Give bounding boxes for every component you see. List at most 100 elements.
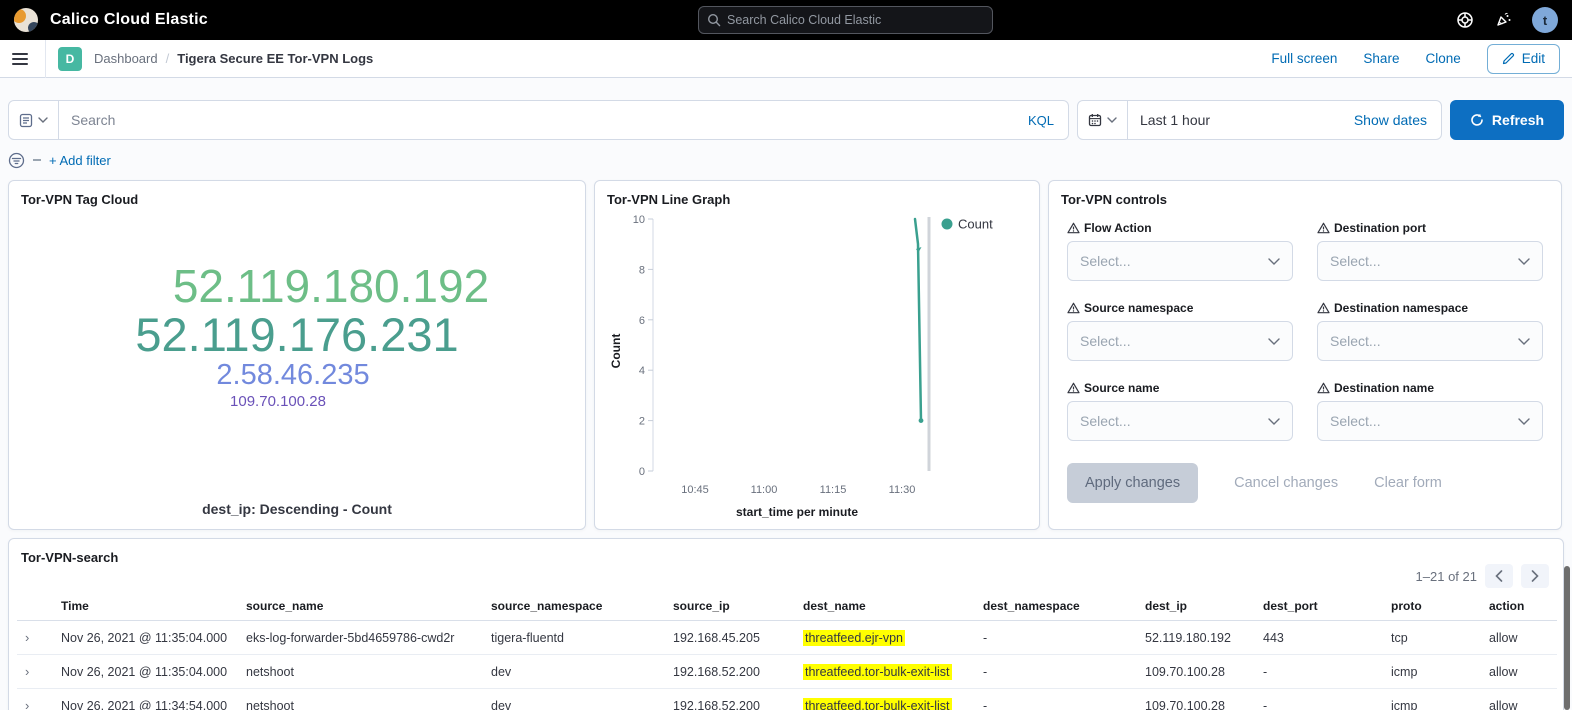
query-input-wrap: KQL [8, 100, 1069, 140]
kql-button[interactable]: KQL [1014, 113, 1068, 128]
destination-name-select[interactable]: Select... [1317, 401, 1543, 441]
warning-icon [1067, 222, 1080, 234]
page-scrollbar[interactable] [1564, 566, 1570, 710]
cell-proto: tcp [1383, 621, 1481, 655]
chevron-right-icon [1531, 570, 1539, 582]
pagination: 1–21 of 21 [1416, 564, 1549, 588]
warning-icon [1317, 382, 1330, 394]
expand-row-icon[interactable]: › [25, 698, 29, 710]
pagination-range: 1–21 of 21 [1416, 569, 1477, 584]
edit-button[interactable]: Edit [1487, 44, 1560, 74]
source-name-select[interactable]: Select... [1067, 401, 1293, 441]
breadcrumb-dashboard-link[interactable]: Dashboard [94, 51, 158, 66]
series-point[interactable] [919, 418, 924, 423]
column-header: dest_ip [1137, 592, 1255, 621]
add-filter-button[interactable]: + Add filter [49, 153, 111, 168]
chevron-left-icon [1495, 570, 1503, 582]
legend-label[interactable]: Count [958, 217, 993, 232]
table-row: › Nov 26, 2021 @ 11:35:04.000 eks-log-fo… [17, 621, 1557, 655]
y-axis-label: Count [609, 334, 623, 369]
clone-button[interactable]: Clone [1425, 51, 1460, 66]
tag-cloud-item[interactable]: 52.119.176.231 [135, 311, 458, 360]
cell-source-namespace: tigera-fluentd [483, 621, 665, 655]
expand-row-icon[interactable]: › [25, 664, 29, 679]
dashboard-badge[interactable]: D [58, 47, 82, 71]
warning-icon [1317, 222, 1330, 234]
cell-action: allow [1481, 621, 1557, 655]
y-tick: 4 [639, 365, 645, 377]
cell-source-namespace: dev [483, 689, 665, 710]
expand-row-icon[interactable]: › [25, 630, 29, 645]
refresh-button[interactable]: Refresh [1450, 100, 1564, 140]
control-destination-name: Destination name Select... [1317, 381, 1543, 441]
control-destination-port: Destination port Select... [1317, 221, 1543, 281]
next-page-button[interactable] [1521, 564, 1549, 588]
chevron-down-icon [1268, 418, 1280, 425]
destination-port-select[interactable]: Select... [1317, 241, 1543, 281]
brand[interactable]: Calico Cloud Elastic [14, 8, 208, 32]
time-range-value[interactable]: Last 1 hour [1128, 112, 1354, 128]
line-chart[interactable]: 10 8 6 4 2 0 10:45 11:00 11:15 11:30 Co [607, 211, 1031, 523]
cell-action: allow [1481, 689, 1557, 710]
prev-page-button[interactable] [1485, 564, 1513, 588]
panel-title: Tor-VPN Tag Cloud [9, 181, 585, 207]
show-dates-button[interactable]: Show dates [1354, 112, 1441, 128]
y-tick: 6 [639, 315, 645, 327]
tag-cloud-item[interactable]: 2.58.46.235 [216, 360, 369, 390]
page-title: Tigera Secure EE Tor-VPN Logs [177, 51, 373, 66]
panel-title: Tor-VPN-search [21, 550, 118, 565]
share-button[interactable]: Share [1363, 51, 1399, 66]
tag-cloud-item[interactable]: 52.119.180.192 [173, 263, 489, 311]
panel-title: Tor-VPN Line Graph [595, 181, 1039, 207]
y-tick: 10 [633, 214, 645, 226]
apply-changes-button[interactable]: Apply changes [1067, 463, 1198, 503]
tag-cloud: 52.119.180.192 52.119.176.231 2.58.46.23… [9, 263, 585, 409]
calendar-menu[interactable] [1078, 101, 1128, 139]
cell-source-namespace: dev [483, 655, 665, 689]
help-icon[interactable] [1456, 11, 1474, 29]
app-title: Calico Cloud Elastic [50, 11, 208, 29]
x-tick: 11:00 [751, 484, 778, 496]
tag-cloud-item[interactable]: 109.70.100.28 [230, 394, 326, 410]
cell-proto: icmp [1383, 689, 1481, 710]
user-avatar[interactable]: t [1532, 7, 1558, 33]
control-source-namespace: Source namespace Select... [1067, 301, 1293, 361]
panel-title: Tor-VPN controls [1049, 181, 1561, 207]
saved-query-menu[interactable] [9, 101, 59, 139]
y-tick: 2 [639, 416, 645, 428]
column-header: source_name [238, 592, 483, 621]
cell-dest-port: - [1255, 655, 1383, 689]
query-search-input[interactable] [59, 112, 1014, 128]
dash-icon [33, 159, 41, 161]
global-header: Calico Cloud Elastic t [0, 0, 1572, 40]
flow-action-select[interactable]: Select... [1067, 241, 1293, 281]
cell-dest-namespace: - [975, 655, 1137, 689]
clear-form-button[interactable]: Clear form [1374, 475, 1442, 491]
column-header: Time [53, 592, 238, 621]
warning-icon [1317, 302, 1330, 314]
cell-action: allow [1481, 655, 1557, 689]
destination-namespace-select[interactable]: Select... [1317, 321, 1543, 361]
warning-icon [1067, 382, 1080, 394]
control-destination-namespace: Destination namespace Select... [1317, 301, 1543, 361]
control-flow-action: Flow Action Select... [1067, 221, 1293, 281]
x-tick: 10:45 [681, 484, 709, 496]
cell-dest-name: threatfeed.ejr-vpn [795, 621, 975, 655]
global-search[interactable] [698, 6, 993, 34]
full-screen-button[interactable]: Full screen [1271, 51, 1337, 66]
source-namespace-select[interactable]: Select... [1067, 321, 1293, 361]
column-header: source_ip [665, 592, 795, 621]
x-tick: 11:30 [889, 484, 916, 496]
cancel-changes-button[interactable]: Cancel changes [1234, 475, 1338, 491]
chevron-down-icon [1107, 117, 1117, 123]
newsfeed-icon[interactable] [1494, 11, 1512, 29]
highlighted-value: threatfeed.ejr-vpn [803, 630, 905, 646]
x-tick: 11:15 [820, 484, 847, 496]
menu-icon[interactable] [12, 40, 46, 78]
filter-icon[interactable] [8, 152, 25, 169]
chevron-down-icon [1268, 338, 1280, 345]
global-search-input[interactable] [727, 13, 984, 27]
cell-dest-name: threatfeed.tor-bulk-exit-list [795, 689, 975, 710]
column-header: proto [1383, 592, 1481, 621]
column-header: action [1481, 592, 1557, 621]
